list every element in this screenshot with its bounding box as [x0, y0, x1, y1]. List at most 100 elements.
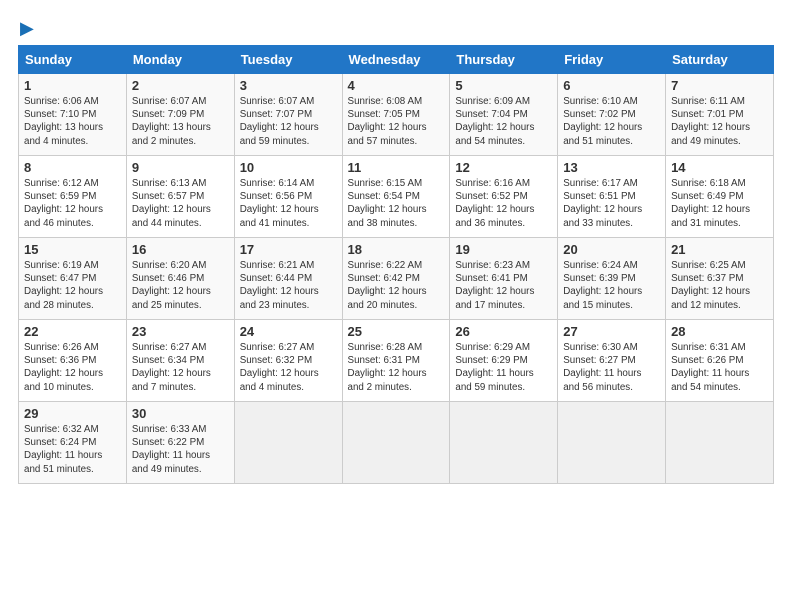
day-number: 20 — [563, 242, 660, 257]
day-detail: Sunrise: 6:09 AMSunset: 7:04 PMDaylight:… — [455, 95, 552, 148]
calendar-cell: 19Sunrise: 6:23 AMSunset: 6:41 PMDayligh… — [450, 238, 558, 320]
week-row-4: 22Sunrise: 6:26 AMSunset: 6:36 PMDayligh… — [19, 320, 774, 402]
day-detail: Sunrise: 6:21 AMSunset: 6:44 PMDaylight:… — [240, 259, 337, 312]
calendar-cell: 10 Sunrise: 6:14 AMSunset: 6:56 PMDayligh… — [234, 156, 342, 238]
calendar-cell — [666, 402, 774, 484]
day-detail: Sunrise: 6:30 AMSunset: 6:27 PMDaylight:… — [563, 341, 660, 394]
calendar-cell: 15Sunrise: 6:19 AMSunset: 6:47 PMDayligh… — [19, 238, 127, 320]
calendar-cell: 5 Sunrise: 6:09 AMSunset: 7:04 PMDaylight… — [450, 74, 558, 156]
day-detail: Sunrise: 6:16 AMSunset: 6:52 PMDaylight:… — [455, 177, 552, 230]
day-number: 24 — [240, 324, 337, 339]
day-header-tuesday: Tuesday — [234, 46, 342, 74]
calendar-cell: 28 Sunrise: 6:31 AMSunset: 6:26 PMDayligh… — [666, 320, 774, 402]
calendar-cell: 11Sunrise: 6:15 AMSunset: 6:54 PMDayligh… — [342, 156, 450, 238]
day-number: 4 — [348, 78, 445, 93]
day-number: 26 — [455, 324, 552, 339]
calendar-cell: 23Sunrise: 6:27 AMSunset: 6:34 PMDayligh… — [126, 320, 234, 402]
day-detail: Sunrise: 6:20 AMSunset: 6:46 PMDaylight:… — [132, 259, 229, 312]
logo: ▶ — [18, 18, 34, 35]
calendar-cell: 2 Sunrise: 6:07 AMSunset: 7:09 PMDaylight… — [126, 74, 234, 156]
day-header-wednesday: Wednesday — [342, 46, 450, 74]
day-number: 18 — [348, 242, 445, 257]
calendar-cell: 6 Sunrise: 6:10 AMSunset: 7:02 PMDaylight… — [558, 74, 666, 156]
day-detail: Sunrise: 6:11 AMSunset: 7:01 PMDaylight:… — [671, 95, 768, 148]
day-number: 15 — [24, 242, 121, 257]
day-detail: Sunrise: 6:17 AMSunset: 6:51 PMDaylight:… — [563, 177, 660, 230]
day-detail: Sunrise: 6:32 AMSunset: 6:24 PMDaylight:… — [24, 423, 121, 476]
day-number: 29 — [24, 406, 121, 421]
calendar-cell — [558, 402, 666, 484]
day-header-sunday: Sunday — [19, 46, 127, 74]
day-number: 25 — [348, 324, 445, 339]
calendar-cell: 13 Sunrise: 6:17 AMSunset: 6:51 PMDayligh… — [558, 156, 666, 238]
calendar-cell: 18 Sunrise: 6:22 AMSunset: 6:42 PMDayligh… — [342, 238, 450, 320]
calendar-cell: 29 Sunrise: 6:32 AMSunset: 6:24 PMDayligh… — [19, 402, 127, 484]
calendar-cell: 4Sunrise: 6:08 AMSunset: 7:05 PMDaylight… — [342, 74, 450, 156]
day-detail: Sunrise: 6:28 AMSunset: 6:31 PMDaylight:… — [348, 341, 445, 394]
day-detail: Sunrise: 6:31 AMSunset: 6:26 PMDaylight:… — [671, 341, 768, 394]
day-detail: Sunrise: 6:29 AMSunset: 6:29 PMDaylight:… — [455, 341, 552, 394]
day-number: 8 — [24, 160, 121, 175]
day-number: 10 — [240, 160, 337, 175]
day-header-saturday: Saturday — [666, 46, 774, 74]
day-number: 16 — [132, 242, 229, 257]
calendar-cell: 17 Sunrise: 6:21 AMSunset: 6:44 PMDayligh… — [234, 238, 342, 320]
day-header-thursday: Thursday — [450, 46, 558, 74]
calendar-cell: 1 Sunrise: 6:06 AMSunset: 7:10 PMDaylight… — [19, 74, 127, 156]
header: ▶ — [18, 18, 774, 35]
day-detail: Sunrise: 6:07 AMSunset: 7:09 PMDaylight:… — [132, 95, 229, 148]
calendar-cell: 21 Sunrise: 6:25 AMSunset: 6:37 PMDayligh… — [666, 238, 774, 320]
day-detail: Sunrise: 6:25 AMSunset: 6:37 PMDaylight:… — [671, 259, 768, 312]
calendar-cell: 14 Sunrise: 6:18 AMSunset: 6:49 PMDayligh… — [666, 156, 774, 238]
day-detail: Sunrise: 6:27 AMSunset: 6:32 PMDaylight:… — [240, 341, 337, 394]
day-number: 12 — [455, 160, 552, 175]
day-number: 6 — [563, 78, 660, 93]
calendar-cell: 24 Sunrise: 6:27 AMSunset: 6:32 PMDayligh… — [234, 320, 342, 402]
page-container: ▶ SundayMondayTuesdayWednesdayThursdayFr… — [0, 0, 792, 494]
calendar-cell: 22Sunrise: 6:26 AMSunset: 6:36 PMDayligh… — [19, 320, 127, 402]
day-detail: Sunrise: 6:27 AMSunset: 6:34 PMDaylight:… — [132, 341, 229, 394]
day-detail: Sunrise: 6:14 AMSunset: 6:56 PMDaylight:… — [240, 177, 337, 230]
day-detail: Sunrise: 6:12 AMSunset: 6:59 PMDaylight:… — [24, 177, 121, 230]
logo-icon: ▶ — [20, 18, 34, 39]
day-number: 7 — [671, 78, 768, 93]
day-detail: Sunrise: 6:23 AMSunset: 6:41 PMDaylight:… — [455, 259, 552, 312]
calendar-cell: 3Sunrise: 6:07 AMSunset: 7:07 PMDaylight… — [234, 74, 342, 156]
day-detail: Sunrise: 6:24 AMSunset: 6:39 PMDaylight:… — [563, 259, 660, 312]
header-row: SundayMondayTuesdayWednesdayThursdayFrid… — [19, 46, 774, 74]
day-number: 30 — [132, 406, 229, 421]
calendar-table: SundayMondayTuesdayWednesdayThursdayFrid… — [18, 45, 774, 484]
day-detail: Sunrise: 6:18 AMSunset: 6:49 PMDaylight:… — [671, 177, 768, 230]
day-number: 13 — [563, 160, 660, 175]
day-detail: Sunrise: 6:10 AMSunset: 7:02 PMDaylight:… — [563, 95, 660, 148]
calendar-cell: 12 Sunrise: 6:16 AMSunset: 6:52 PMDayligh… — [450, 156, 558, 238]
day-number: 11 — [348, 160, 445, 175]
calendar-cell: 26 Sunrise: 6:29 AMSunset: 6:29 PMDayligh… — [450, 320, 558, 402]
week-row-5: 29 Sunrise: 6:32 AMSunset: 6:24 PMDayligh… — [19, 402, 774, 484]
day-detail: Sunrise: 6:13 AMSunset: 6:57 PMDaylight:… — [132, 177, 229, 230]
day-number: 14 — [671, 160, 768, 175]
calendar-cell — [234, 402, 342, 484]
week-row-2: 8 Sunrise: 6:12 AMSunset: 6:59 PMDaylight… — [19, 156, 774, 238]
week-row-1: 1 Sunrise: 6:06 AMSunset: 7:10 PMDaylight… — [19, 74, 774, 156]
calendar-cell: 8 Sunrise: 6:12 AMSunset: 6:59 PMDaylight… — [19, 156, 127, 238]
calendar-cell — [450, 402, 558, 484]
day-header-friday: Friday — [558, 46, 666, 74]
day-number: 1 — [24, 78, 121, 93]
day-number: 17 — [240, 242, 337, 257]
calendar-cell: 9 Sunrise: 6:13 AMSunset: 6:57 PMDaylight… — [126, 156, 234, 238]
day-header-monday: Monday — [126, 46, 234, 74]
day-number: 9 — [132, 160, 229, 175]
day-number: 2 — [132, 78, 229, 93]
day-detail: Sunrise: 6:22 AMSunset: 6:42 PMDaylight:… — [348, 259, 445, 312]
week-row-3: 15Sunrise: 6:19 AMSunset: 6:47 PMDayligh… — [19, 238, 774, 320]
day-number: 5 — [455, 78, 552, 93]
day-number: 28 — [671, 324, 768, 339]
day-number: 27 — [563, 324, 660, 339]
day-number: 21 — [671, 242, 768, 257]
calendar-cell: 20 Sunrise: 6:24 AMSunset: 6:39 PMDayligh… — [558, 238, 666, 320]
calendar-cell: 7 Sunrise: 6:11 AMSunset: 7:01 PMDaylight… — [666, 74, 774, 156]
calendar-cell: 25 Sunrise: 6:28 AMSunset: 6:31 PMDayligh… — [342, 320, 450, 402]
day-detail: Sunrise: 6:06 AMSunset: 7:10 PMDaylight:… — [24, 95, 121, 148]
day-detail: Sunrise: 6:26 AMSunset: 6:36 PMDaylight:… — [24, 341, 121, 394]
